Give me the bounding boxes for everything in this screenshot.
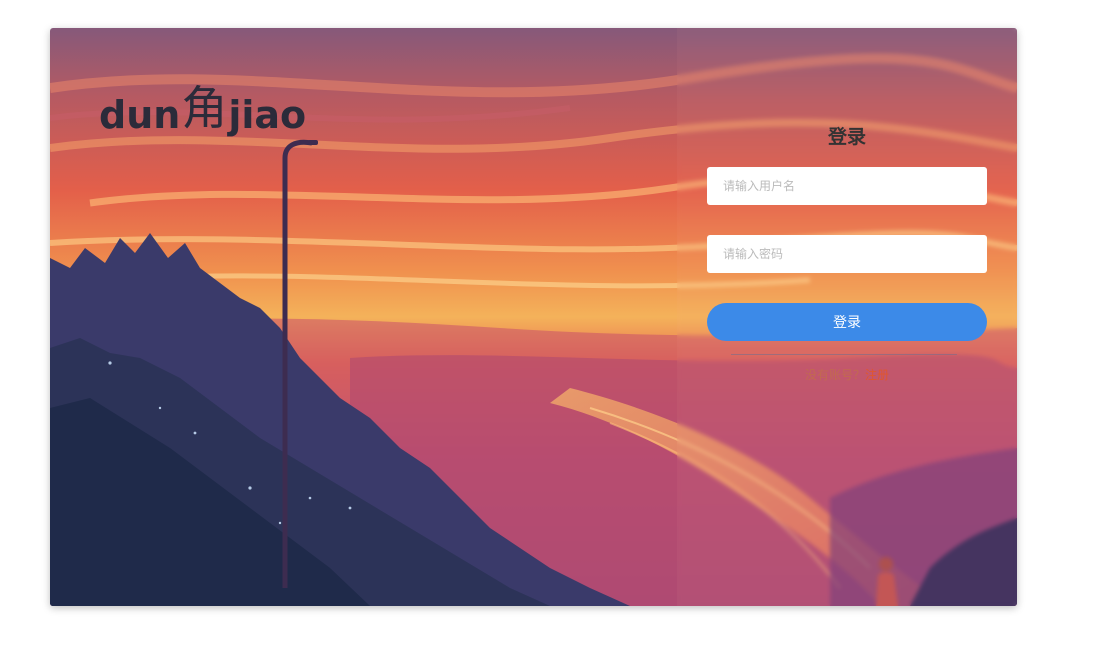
logo-text-left: dun xyxy=(99,93,181,137)
logo-text-right: jiao xyxy=(228,93,307,137)
brand-logo: dun 角 jiao xyxy=(99,76,306,142)
username-input[interactable] xyxy=(707,167,987,205)
login-card: dun 角 jiao 登录 登录 没有账号？注册 xyxy=(50,28,1017,606)
login-button[interactable]: 登录 xyxy=(707,303,987,341)
login-title: 登录 xyxy=(827,126,866,148)
login-panel: 登录 登录 没有账号？注册 xyxy=(677,28,1017,606)
password-input[interactable] xyxy=(707,235,987,273)
register-row: 没有账号？注册 xyxy=(677,366,1017,383)
register-link[interactable]: 注册 xyxy=(865,368,889,382)
logo-text-mid: 角 xyxy=(181,81,228,135)
divider xyxy=(731,354,957,355)
register-prompt: 没有账号？ xyxy=(804,368,865,382)
